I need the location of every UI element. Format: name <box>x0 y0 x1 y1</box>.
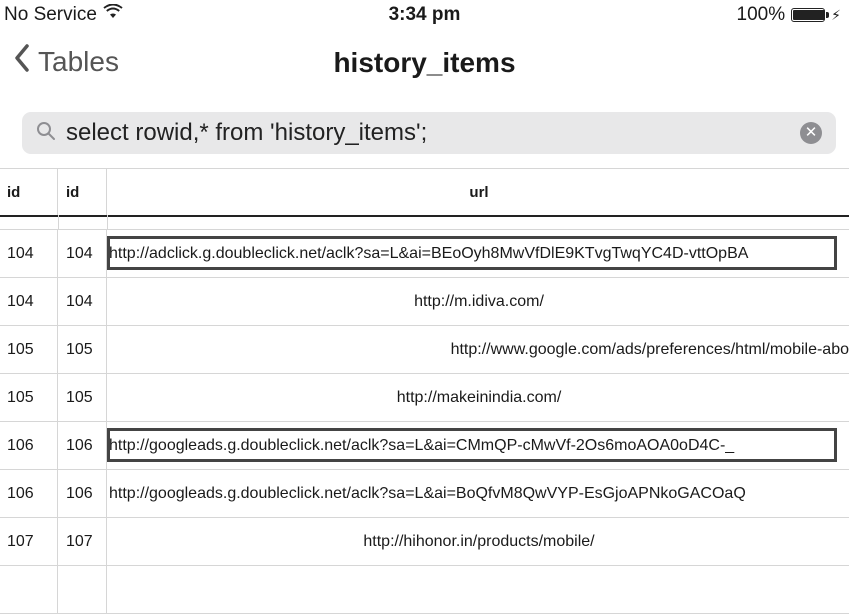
battery-icon <box>791 8 830 22</box>
cell-url: http://googleads.g.doubleclick.net/aclk?… <box>109 484 746 502</box>
search-icon <box>36 121 56 146</box>
cell-id: 105 <box>58 326 107 373</box>
results-table: id id url 104 104 http://adclick.g.doublec… <box>0 168 849 614</box>
cell-rowid: 107 <box>0 518 58 565</box>
cell-id <box>58 566 107 613</box>
cell-id: 106 <box>58 422 107 469</box>
table-row[interactable]: 104 104 http://m.idiva.com/ <box>0 278 849 326</box>
cell-id: 104 <box>58 230 107 277</box>
table-row[interactable] <box>0 566 849 614</box>
cell-url: http://adclick.g.doubleclick.net/aclk?sa… <box>109 244 749 262</box>
cell-rowid <box>0 566 58 613</box>
clear-icon[interactable]: ✕ <box>800 122 822 144</box>
table-row[interactable]: 106 106 http://googleads.g.doubleclick.net… <box>0 422 849 470</box>
cell-url <box>107 566 849 613</box>
cell-id: 107 <box>58 518 107 565</box>
charging-bolt-icon: ⚡ <box>831 6 841 23</box>
cell-rowid: 104 <box>0 278 58 325</box>
navigation-bar: Tables history_items <box>0 34 849 90</box>
cell-url: http://www.google.com/ads/preferences/ht… <box>450 340 849 358</box>
table-row[interactable]: 105 105 http://www.google.com/ads/preferen… <box>0 326 849 374</box>
query-search-field[interactable]: select rowid,* from 'history_items'; ✕ <box>22 112 836 154</box>
cell-rowid: 106 <box>0 470 58 517</box>
cell-url: http://makeinindia.com/ <box>396 388 562 406</box>
table-header: id id url <box>0 169 849 217</box>
column-header-url[interactable]: url <box>107 169 849 215</box>
table-row[interactable]: 104 104 http://adclick.g.doubleclick.net/a… <box>0 230 849 278</box>
cell-rowid: 105 <box>0 374 58 421</box>
cell-rowid: 104 <box>0 230 58 277</box>
column-header-id[interactable]: id <box>58 169 107 215</box>
table-row[interactable]: 106 106 http://googleads.g.doubleclick.net… <box>0 470 849 518</box>
column-header-rowid[interactable]: id <box>0 169 58 215</box>
cell-rowid: 106 <box>0 422 58 469</box>
cell-url: http://m.idiva.com/ <box>414 292 544 310</box>
cell-id: 105 <box>58 374 107 421</box>
cell-id: 104 <box>58 278 107 325</box>
query-input[interactable]: select rowid,* from 'history_items'; <box>66 119 800 147</box>
status-bar: No Service 3:34 pm 100% ⚡ <box>0 0 849 30</box>
battery-percent: 100% <box>736 4 786 25</box>
header-gap <box>0 215 849 229</box>
cell-id: 106 <box>58 470 107 517</box>
status-time: 3:34 pm <box>388 4 461 25</box>
table-row[interactable]: 105 105 http://makeinindia.com/ <box>0 374 849 422</box>
cell-url: http://googleads.g.doubleclick.net/aclk?… <box>109 436 735 454</box>
cell-url: http://hihonor.in/products/mobile/ <box>363 532 595 550</box>
status-right: 100% ⚡ <box>737 4 841 26</box>
cell-rowid: 105 <box>0 326 58 373</box>
table-body: 104 104 http://adclick.g.doubleclick.net/a… <box>0 229 849 614</box>
page-title: history_items <box>333 47 516 78</box>
